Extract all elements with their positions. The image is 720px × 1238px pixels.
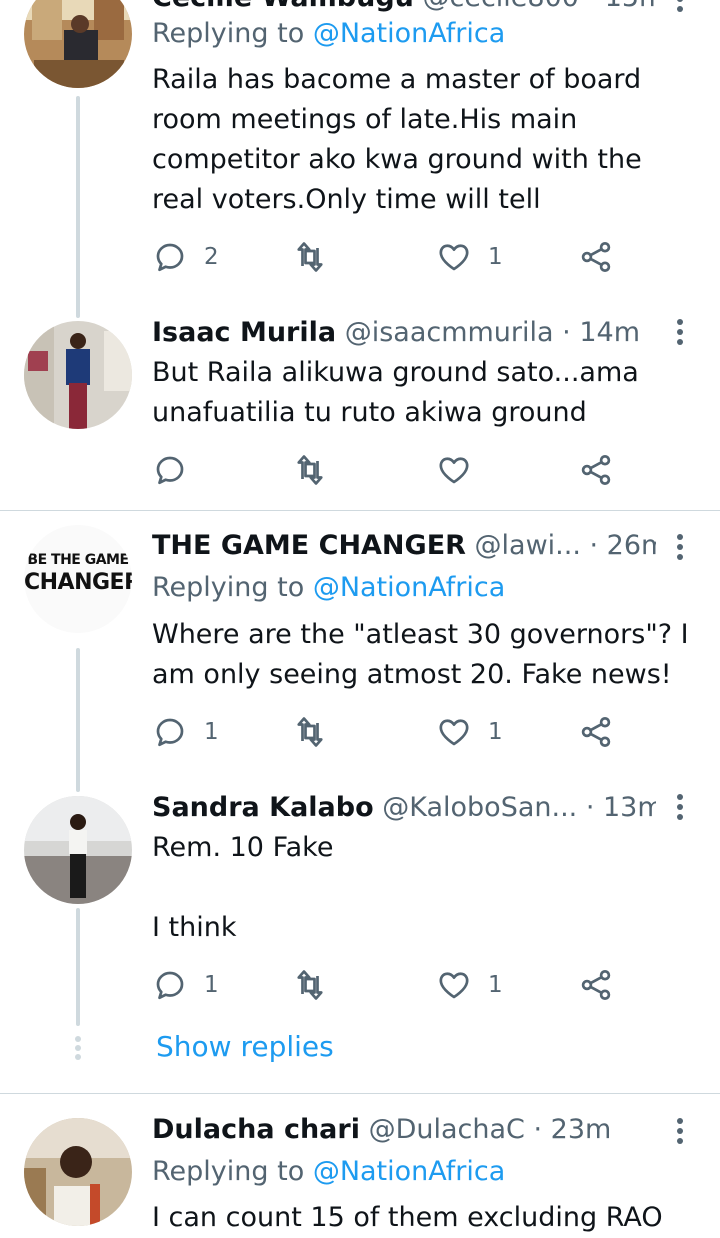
user-handle[interactable]: @DulachaC bbox=[369, 1114, 525, 1145]
replying-to: Replying to @NationAfrica bbox=[152, 1152, 505, 1192]
replying-handle[interactable]: @NationAfrica bbox=[313, 1156, 505, 1187]
more-icon[interactable] bbox=[676, 1118, 684, 1148]
tweet-dulacha[interactable]: Dulacha chari @DulachaC · 23m Replying t… bbox=[0, 0, 720, 1233]
display-name[interactable]: Dulacha chari bbox=[152, 1114, 360, 1145]
tweet-text: I can count 15 of them excluding RAO bbox=[152, 1202, 663, 1233]
replying-label: Replying to bbox=[152, 1156, 305, 1187]
tweet-header: Dulacha chari @DulachaC · 23m bbox=[152, 1110, 656, 1150]
timestamp[interactable]: · 23m bbox=[533, 1114, 611, 1145]
avatar[interactable] bbox=[24, 1118, 132, 1226]
